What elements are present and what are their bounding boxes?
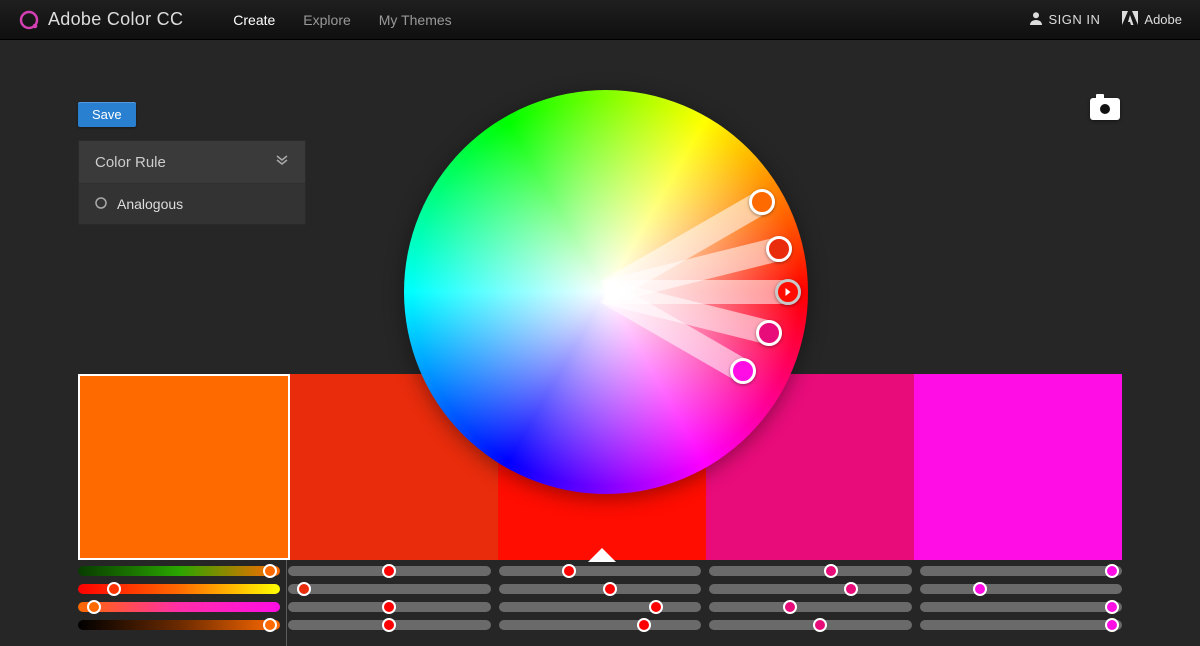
slider-knob[interactable] [382, 618, 396, 632]
main-workspace: Save Color Rule Analogous [0, 40, 1200, 646]
color-rule-dropdown[interactable]: Color Rule [79, 141, 305, 184]
slider-knob[interactable] [87, 600, 101, 614]
slider-primary-3[interactable] [78, 620, 280, 630]
wheel-connector [600, 192, 768, 303]
slider-knob[interactable] [1105, 564, 1119, 578]
slider-primary-1[interactable] [78, 584, 280, 594]
wheel-connector [603, 280, 772, 344]
wheel-connector [600, 282, 749, 382]
slider-0-4[interactable] [920, 566, 1123, 576]
slider-knob[interactable] [382, 564, 396, 578]
slider-knob[interactable] [783, 600, 797, 614]
slider-2-3[interactable] [709, 602, 912, 612]
wheel-marker-0[interactable] [749, 189, 775, 215]
app-title: Adobe Color CC [48, 9, 183, 30]
slider-knob[interactable] [297, 582, 311, 596]
camera-button[interactable] [1090, 98, 1120, 120]
slider-2-1[interactable] [288, 602, 491, 612]
slider-knob[interactable] [1105, 600, 1119, 614]
slider-area [78, 566, 1122, 630]
main-nav: Create Explore My Themes [233, 12, 451, 28]
signin-link[interactable]: SIGN IN [1029, 11, 1101, 28]
slider-3-1[interactable] [288, 620, 491, 630]
radio-icon [95, 196, 107, 212]
slider-row-2 [78, 602, 1122, 612]
nav-mythemes[interactable]: My Themes [379, 12, 452, 28]
wheel-marker-4[interactable] [730, 358, 756, 384]
slider-knob[interactable] [844, 582, 858, 596]
color-rule-panel: Color Rule Analogous [78, 140, 306, 225]
slider-knob[interactable] [1105, 618, 1119, 632]
slider-1-2[interactable] [499, 584, 702, 594]
slider-1-3[interactable] [709, 584, 912, 594]
slider-2-4[interactable] [920, 602, 1123, 612]
slider-row-0 [78, 566, 1122, 576]
app-header: Adobe Color CC Create Explore My Themes … [0, 0, 1200, 40]
slider-knob[interactable] [263, 564, 277, 578]
slider-3-2[interactable] [499, 620, 702, 630]
save-button[interactable]: Save [78, 102, 136, 127]
slider-knob[interactable] [263, 618, 277, 632]
slider-knob[interactable] [824, 564, 838, 578]
signin-label: SIGN IN [1049, 12, 1101, 27]
user-icon [1029, 11, 1043, 28]
slider-knob[interactable] [637, 618, 651, 632]
wheel-marker-1[interactable] [766, 236, 792, 262]
color-rule-selected[interactable]: Analogous [79, 184, 305, 224]
nav-explore[interactable]: Explore [303, 12, 350, 28]
slider-row-3 [78, 620, 1122, 630]
app-logo: Adobe Color CC [18, 9, 183, 31]
slider-1-1[interactable] [288, 584, 491, 594]
wheel-marker-2[interactable] [775, 279, 801, 305]
adobe-brand-link[interactable]: Adobe [1122, 11, 1182, 28]
slider-knob[interactable] [813, 618, 827, 632]
wheel-connector [606, 280, 788, 304]
slider-0-3[interactable] [709, 566, 912, 576]
color-wheel-icon [18, 9, 40, 31]
slider-2-2[interactable] [499, 602, 702, 612]
slider-1-4[interactable] [920, 584, 1123, 594]
adobe-brand-label: Adobe [1144, 12, 1182, 27]
color-rule-label: Analogous [117, 196, 183, 212]
slider-knob[interactable] [973, 582, 987, 596]
swatch-4[interactable] [914, 374, 1122, 560]
color-wheel[interactable] [404, 90, 808, 494]
slider-knob[interactable] [649, 600, 663, 614]
slider-knob[interactable] [107, 582, 121, 596]
swatch-0[interactable] [78, 374, 290, 560]
wheel-connector [603, 237, 782, 303]
camera-icon [1100, 104, 1110, 114]
chevron-down-icon [275, 153, 289, 171]
color-rule-title: Color Rule [95, 154, 166, 171]
slider-row-1 [78, 584, 1122, 594]
slider-knob[interactable] [382, 600, 396, 614]
slider-primary-2[interactable] [78, 602, 280, 612]
slider-knob[interactable] [603, 582, 617, 596]
adobe-logo-icon [1122, 11, 1138, 28]
slider-0-1[interactable] [288, 566, 491, 576]
slider-knob[interactable] [562, 564, 576, 578]
slider-primary-0[interactable] [78, 566, 280, 576]
slider-3-3[interactable] [709, 620, 912, 630]
slider-0-2[interactable] [499, 566, 702, 576]
slider-3-4[interactable] [920, 620, 1123, 630]
nav-create[interactable]: Create [233, 12, 275, 28]
wheel-marker-3[interactable] [756, 320, 782, 346]
